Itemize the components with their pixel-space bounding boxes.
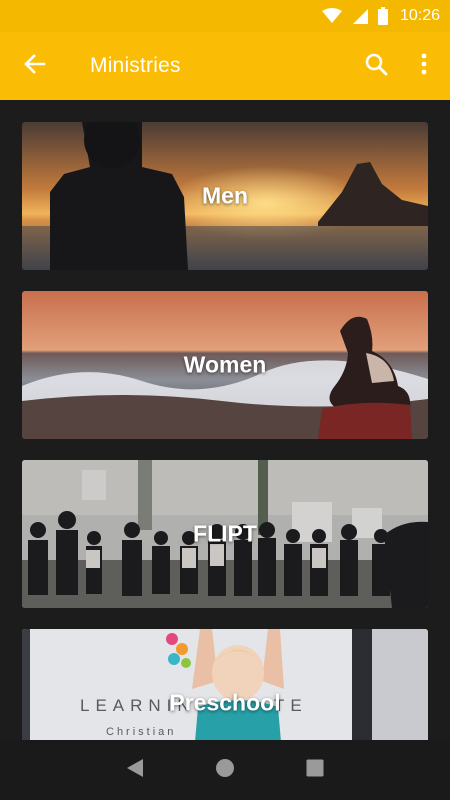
more-vert-icon (421, 53, 427, 80)
ministry-label: Preschool (169, 689, 281, 716)
ministries-list: Men Women FLIPT LEARNIN TE Christian Pre… (0, 100, 450, 740)
nav-recents-button[interactable] (295, 750, 335, 790)
ministry-card-men[interactable]: Men (22, 122, 428, 270)
signal-icon (352, 8, 368, 24)
status-time: 10:26 (399, 7, 440, 24)
wifi-icon (321, 8, 342, 24)
ministry-label: Men (202, 182, 248, 209)
ministry-label: FLIPT (193, 520, 257, 547)
ministry-card-women[interactable]: Women (22, 291, 428, 439)
app-bar: Ministries (0, 32, 450, 100)
status-bar: 10:26 (0, 0, 450, 32)
battery-icon (377, 7, 388, 25)
back-triangle-icon (126, 758, 144, 783)
child-photo: LEARNIN TE Christian (22, 629, 428, 740)
arrow-back-icon (24, 53, 46, 80)
ministry-card-preschool[interactable]: LEARNIN TE Christian Preschool (22, 629, 428, 740)
search-button[interactable] (356, 46, 396, 86)
page-title: Ministries (90, 54, 181, 77)
ministry-label: Women (183, 351, 267, 378)
back-button[interactable] (15, 46, 55, 86)
svg-text:Christian: Christian (106, 726, 176, 738)
home-circle-icon (215, 758, 235, 783)
search-icon (364, 52, 388, 81)
nav-home-button[interactable] (205, 750, 245, 790)
ministry-card-flipt[interactable]: FLIPT (22, 460, 428, 608)
recents-square-icon (306, 759, 324, 782)
system-nav-bar (0, 740, 450, 800)
nav-back-button[interactable] (115, 750, 155, 790)
more-options-button[interactable] (404, 46, 444, 86)
